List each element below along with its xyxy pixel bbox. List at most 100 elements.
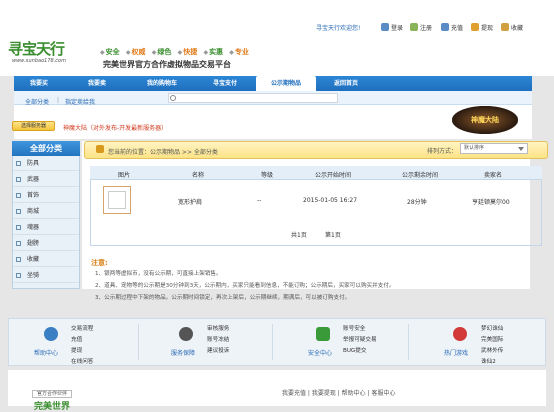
col-name: 名称: [192, 172, 205, 179]
slogan-item: ◆绿色: [151, 48, 172, 56]
bullet-icon: [16, 209, 21, 214]
bullet-icon: [16, 225, 21, 230]
notice-title: 注意:: [91, 259, 108, 267]
bullet-icon: [16, 257, 21, 262]
footer-link[interactable]: BUG提交: [343, 346, 366, 354]
sidebar-item-armor[interactable]: 防具: [13, 156, 79, 171]
slogan-item: ◆实惠: [203, 48, 224, 56]
withdraw-link[interactable]: 提现: [481, 23, 493, 32]
notice-line: 1、银两等虚拟币，没有公示期，可直接上架销售。: [95, 271, 222, 277]
card-icon: [441, 23, 449, 31]
service-guarantee-link[interactable]: 服务保障: [171, 348, 195, 357]
subnav-divider: |: [57, 97, 60, 104]
item-seller: 亨廷顿莫尔00: [472, 199, 510, 206]
search-icon[interactable]: [170, 95, 176, 101]
sort-label: 排列方式：: [427, 148, 458, 155]
security-center-link[interactable]: 安全中心: [308, 348, 332, 357]
service-icon: [179, 327, 193, 341]
breadcrumb: 您当前的位置：公示期物品 >> 全部分类: [108, 149, 218, 156]
nav-public-items[interactable]: 公示期物品: [256, 76, 316, 91]
divider: [138, 324, 139, 360]
sidebar-item-wings[interactable]: 翅膀: [13, 236, 79, 251]
platform-slogan: 完美世界官方合作虚拟物品交易平台: [103, 60, 231, 69]
bottom-links[interactable]: 我要充值 | 我要提现 | 帮助中心 | 客服中心: [282, 388, 396, 397]
footer-link[interactable]: 提现: [71, 346, 82, 354]
sidebar-item-jewelry[interactable]: 首饰: [13, 188, 79, 203]
search-input[interactable]: [168, 93, 338, 103]
hot-games-link[interactable]: 热门游戏: [444, 348, 468, 357]
footer-link[interactable]: 审核服务: [207, 324, 229, 332]
page: 寻宝天行欢迎您! 登录 注册 充值 提现 收藏 寻宝天行 www.xunbao1…: [0, 0, 554, 412]
item-name[interactable]: 宽形护肩: [178, 197, 202, 206]
pager-total: 共1页: [291, 232, 307, 239]
current-server: 神魔大陆（对外发布-开发最新服务器）: [63, 125, 168, 132]
bottom-bar: [8, 370, 546, 406]
divider: [408, 324, 409, 360]
footer-link[interactable]: 账号安全: [343, 324, 365, 332]
sidebar-item-collection[interactable]: 收藏: [13, 252, 79, 267]
location-icon: [96, 145, 104, 153]
site-url: www.xunbao178.com: [12, 58, 66, 64]
slogan-item: ◆安全: [100, 48, 120, 56]
bullet-icon: [16, 177, 21, 182]
select-server-button[interactable]: 选择服务器: [12, 121, 55, 131]
partners-label: 官方合作伙伴: [32, 390, 72, 398]
col-seller: 卖家名: [484, 172, 503, 179]
sidebar-item-soul[interactable]: 魂器: [13, 220, 79, 235]
footer-link[interactable]: 诛仙2: [481, 357, 496, 365]
sidebar-item-mount[interactable]: 坐骑: [13, 268, 79, 283]
nav-cart[interactable]: 我的购物车: [130, 76, 194, 91]
welcome-text: 寻宝天行欢迎您!: [316, 25, 361, 32]
footer-link[interactable]: 举报可疑交易: [343, 335, 377, 343]
slogan-item: ◆快捷: [177, 48, 198, 56]
notice-line: 2、道具、宠物等的公示期是30分钟到3天，公示期内，买家只能看到信息，不能订购；…: [95, 283, 395, 289]
footer-link[interactable]: 完美国际: [481, 335, 503, 343]
nav-sell[interactable]: 我要卖: [72, 76, 122, 91]
sidebar-item-weapon[interactable]: 武器: [13, 172, 79, 187]
footer-link[interactable]: 充值: [71, 335, 82, 343]
notice-line: 3、公示期过程中下架的物品，公示期时间锁定，再次上架后，公示期继续，期满后，可以…: [95, 295, 351, 301]
bullet-icon: [16, 193, 21, 198]
top-bar: [0, 0, 554, 40]
bullet-icon: [16, 273, 21, 278]
footer-link[interactable]: 武林外传: [481, 346, 503, 354]
favorite-link[interactable]: 收藏: [511, 23, 523, 32]
footer-link[interactable]: 在线问答: [71, 357, 93, 365]
chevron-down-icon[interactable]: [518, 147, 524, 151]
col-remaining: 公示剩余时间: [402, 172, 439, 179]
item-image: [108, 191, 126, 209]
user-icon: [381, 23, 389, 31]
sidebar-item-mall[interactable]: 商城: [13, 204, 79, 219]
game-logo: 神魔大陆: [452, 106, 518, 134]
bullet-icon: [16, 161, 21, 166]
nav-buy[interactable]: 我要买: [14, 76, 64, 91]
col-image: 图片: [118, 172, 131, 179]
col-level: 等级: [261, 172, 274, 179]
sidebar-title: 全部分类: [12, 141, 80, 156]
help-center-link[interactable]: 帮助中心: [34, 348, 58, 357]
footer-link[interactable]: 梦幻诛仙: [481, 324, 503, 332]
item-level: --: [257, 197, 262, 204]
pager-current[interactable]: 第1页: [325, 230, 341, 239]
register-icon: [410, 23, 418, 31]
footer-link[interactable]: 账号冻结: [207, 335, 229, 343]
site-logo[interactable]: 寻宝天行: [8, 40, 98, 58]
slogan-row: ◆安全 ◆权威 ◆绿色 ◆快捷 ◆实惠 ◆专业: [100, 47, 253, 57]
footer-link[interactable]: 建议投诉: [207, 346, 229, 354]
register-link[interactable]: 注册: [420, 23, 432, 32]
target-icon: [453, 327, 467, 341]
shield-icon: [316, 327, 330, 341]
nav-payment[interactable]: 寻宝支付: [198, 76, 252, 91]
main-nav: 我要买 我要卖 我的购物车 寻宝支付 公示期物品 返回首页: [14, 76, 532, 91]
slogan-item: ◆专业: [229, 48, 249, 56]
login-link[interactable]: 登录: [391, 23, 403, 32]
col-start: 公示开始时间: [315, 172, 352, 179]
withdraw-icon: [471, 23, 479, 31]
slogan-item: ◆权威: [125, 48, 146, 56]
item-start-time: 2015-01-05 16:27: [303, 197, 358, 204]
star-icon: [501, 23, 509, 31]
recharge-link[interactable]: 充值: [451, 23, 463, 32]
footer-link[interactable]: 交易流程: [71, 324, 93, 332]
help-icon: [44, 327, 58, 341]
nav-home[interactable]: 返回首页: [320, 76, 372, 91]
